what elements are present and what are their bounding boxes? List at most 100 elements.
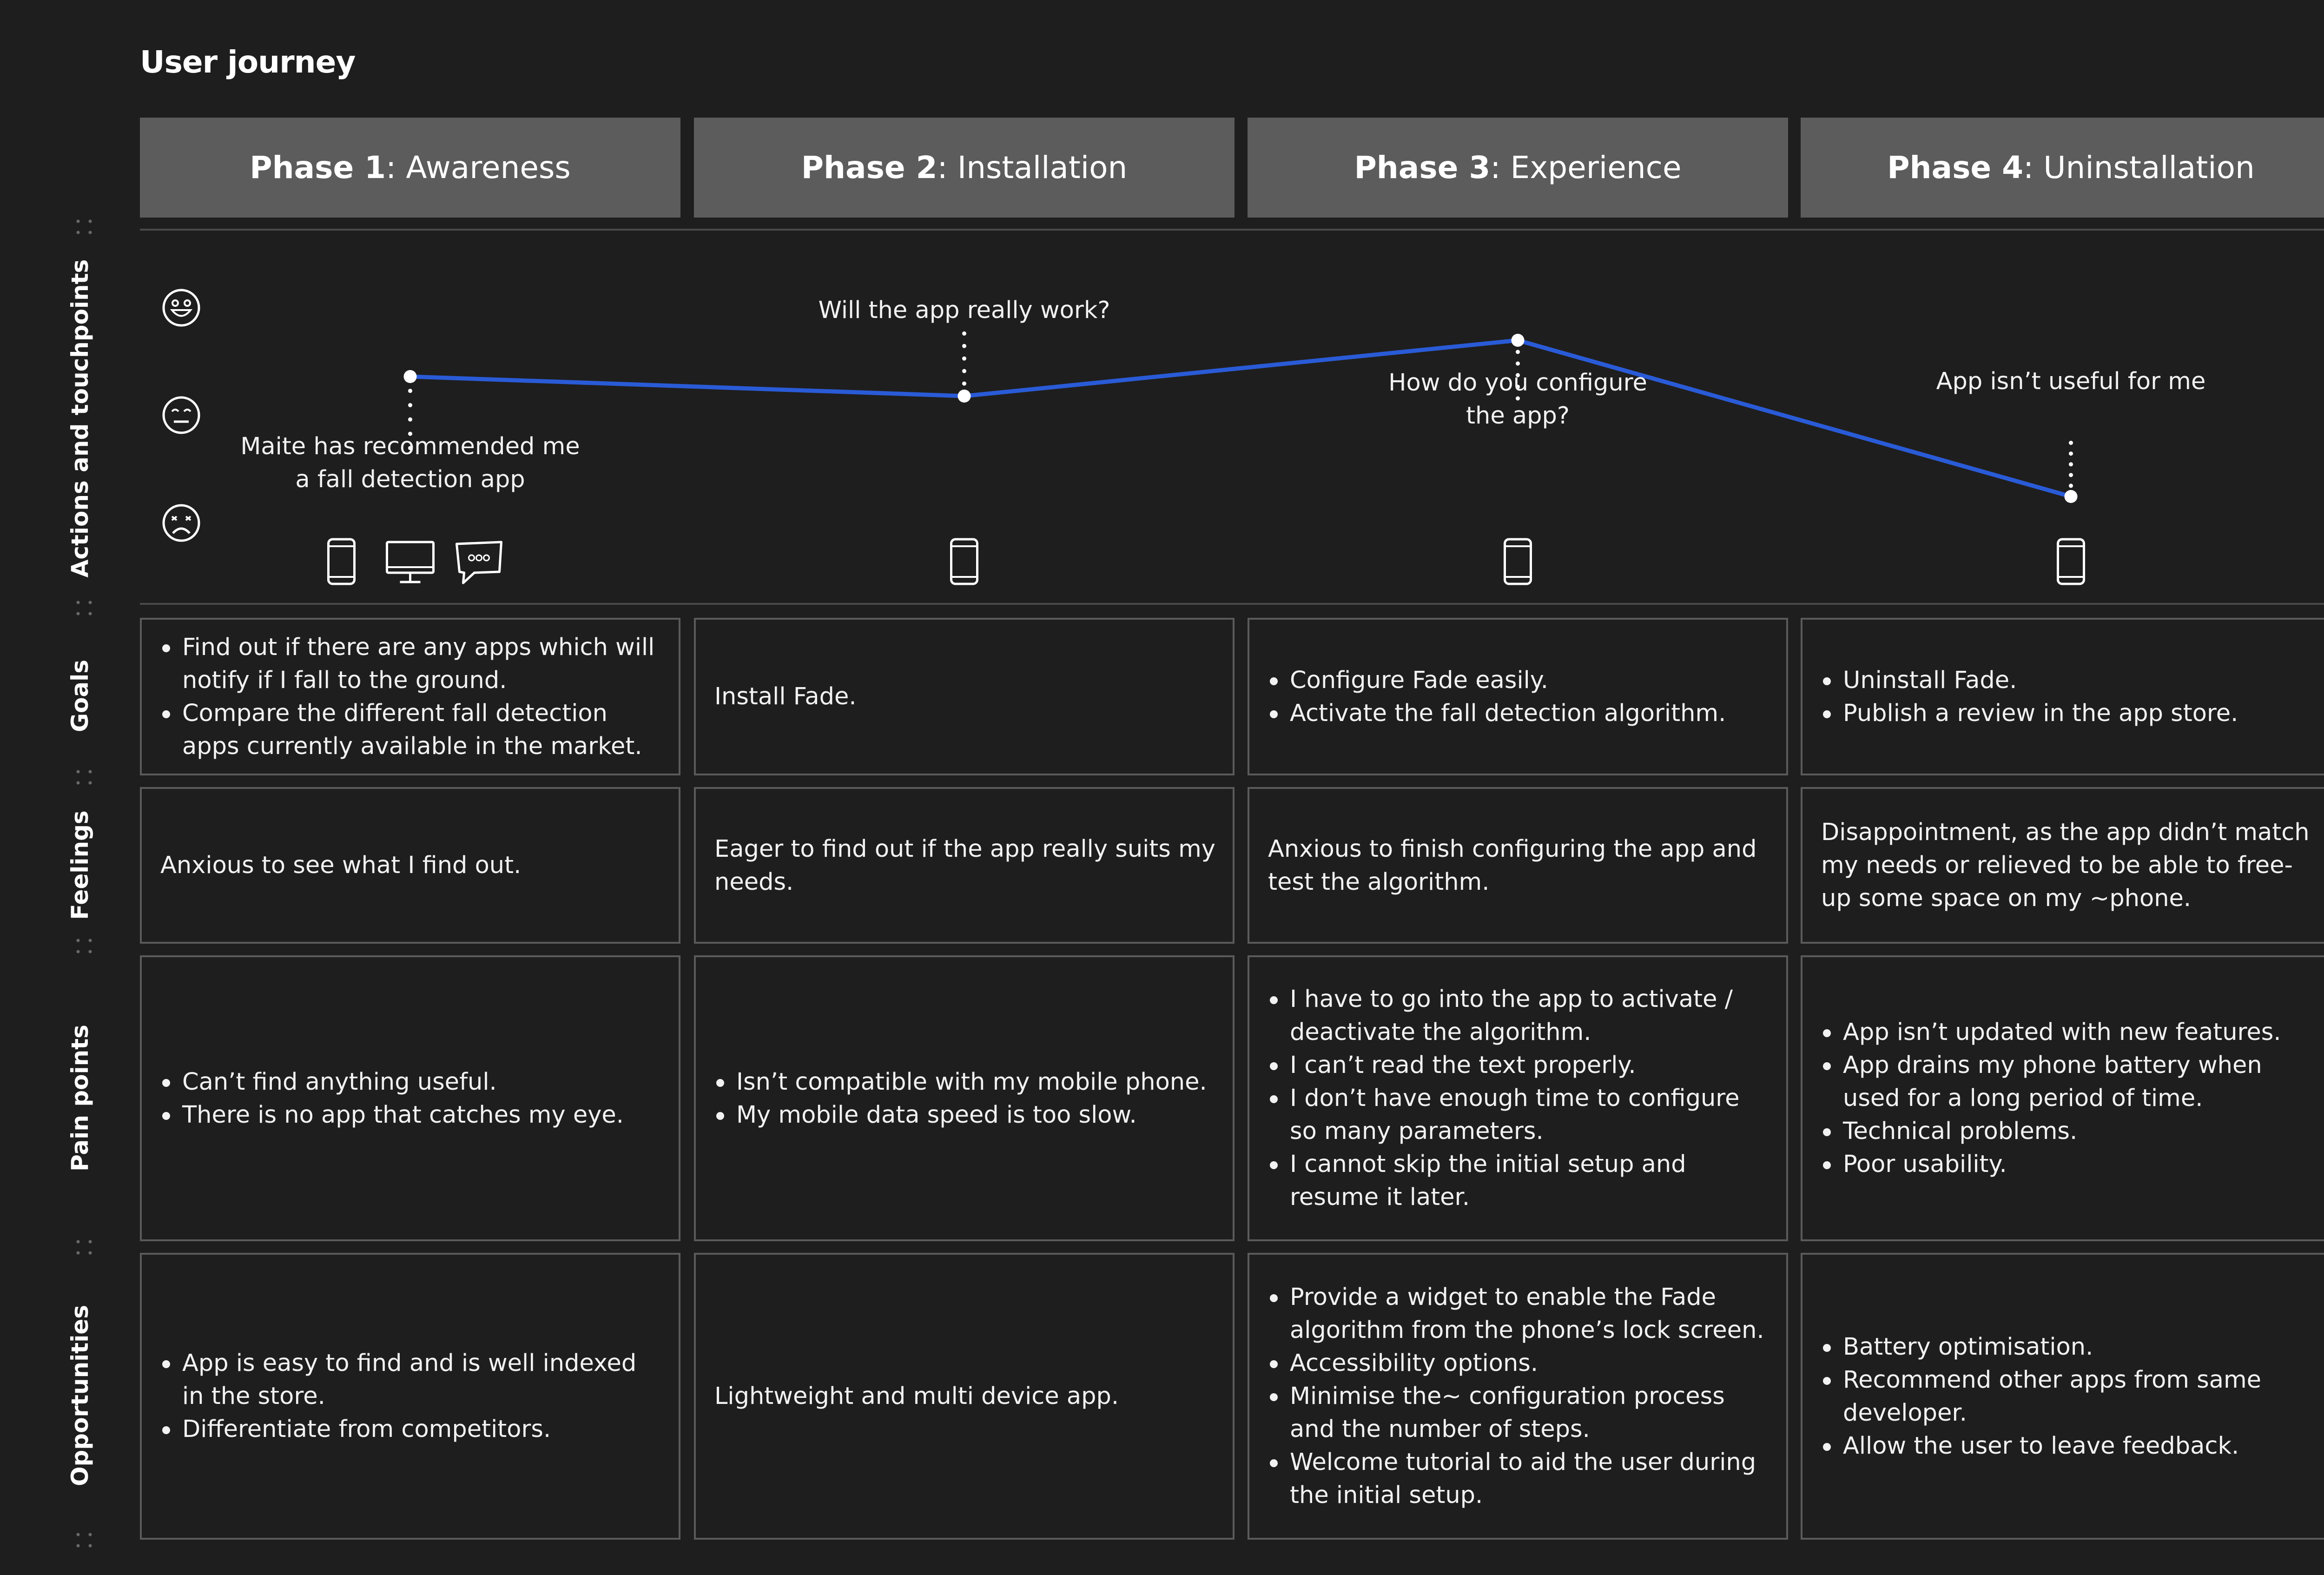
journey-stem-dot [962, 369, 966, 373]
pain-points-cell-phase-1: Can’t find anything useful. There is no a… [140, 955, 680, 1241]
bullet-list: Isn’t compatible with my mobile phone. My… [714, 1065, 1216, 1132]
list-item: Technical problems. [1821, 1115, 2323, 1148]
list-item: Publish a review in the app store. [1821, 697, 2323, 730]
bullet-list: Configure Fade easily. Activate the fall … [1268, 664, 1769, 730]
goals-cell-phase-4: Uninstall Fade. Publish a review in the a… [1801, 618, 2324, 775]
bullet-list: Uninstall Fade. Publish a review in the a… [1821, 664, 2323, 730]
journey-stem-dot [1516, 361, 1520, 366]
pain-points-cell-phase-2: Isn’t compatible with my mobile phone. My… [694, 955, 1235, 1241]
journey-point [2064, 490, 2078, 503]
cell-text: Anxious to finish configuring the app an… [1268, 835, 1757, 896]
goals-cell-phase-2: Install Fade. [694, 618, 1235, 775]
journey-stem-dot [2069, 441, 2073, 445]
journey-point-label: How do you configure the app? [1388, 366, 1647, 432]
mobile-phone-icon [327, 538, 356, 585]
list-item: Find out if there are any apps which wil… [160, 631, 662, 697]
pain-points-cell-phase-4: App isn’t updated with new features. App … [1801, 955, 2324, 1241]
row-dot-separator [76, 1533, 92, 1548]
list-item: Accessibility options. [1268, 1347, 1769, 1380]
opportunities-cell-phase-2: Lightweight and multi device app. [694, 1253, 1235, 1540]
list-item: Can’t find anything useful. [160, 1065, 662, 1099]
journey-label-line: App isn’t useful for me [1936, 368, 2206, 395]
row-dot-separator [76, 939, 92, 953]
journey-stem-dot [2069, 451, 2073, 456]
journey-stem-dot [962, 344, 966, 348]
opportunities-cell-phase-3: Provide a widget to enable the Fade algo… [1248, 1253, 1788, 1540]
feelings-cell-phase-3: Anxious to finish configuring the app an… [1248, 787, 1788, 944]
desktop-monitor-icon [386, 541, 435, 583]
journey-stem-dot [962, 356, 966, 361]
journey-point-label: Maite has recommended me a fall detection… [240, 430, 580, 496]
journey-stem-dot [2069, 483, 2073, 488]
opportunities-cell-phase-4: Battery optimisation. Recommend other app… [1801, 1253, 2324, 1540]
bullet-list: App is easy to find and is well indexed … [160, 1347, 662, 1446]
list-item: I have to go into the app to activate / … [1268, 983, 1769, 1049]
bullet-list: Battery optimisation. Recommend other app… [1821, 1330, 2323, 1462]
list-item: App isn’t updated with new features. [1821, 1016, 2323, 1049]
journey-stem-dot [408, 389, 412, 393]
happy-face-icon [162, 289, 200, 327]
journey-stem-dot [962, 331, 966, 336]
goals-cell-phase-1: Find out if there are any apps which wil… [140, 618, 680, 775]
row-dot-separator [76, 1240, 92, 1255]
journey-point [957, 390, 971, 403]
cell-text: Install Fade. [714, 683, 857, 710]
cell-text: Disappointment, as the app didn’t match … [1821, 819, 2310, 912]
journey-map [162, 289, 2085, 585]
list-item: Activate the fall detection algorithm. [1268, 697, 1769, 730]
journey-emotion-line [410, 338, 2072, 499]
list-item: Isn’t compatible with my mobile phone. [714, 1065, 1216, 1099]
list-item: I don’t have enough time to configure so… [1268, 1082, 1769, 1148]
bullet-list: App isn’t updated with new features. App … [1821, 1016, 2323, 1181]
list-item: Poor usability. [1821, 1148, 2323, 1181]
list-item: App drains my phone battery when used fo… [1821, 1049, 2323, 1115]
list-item: Minimise the~ configuration process and … [1268, 1380, 1769, 1446]
list-item: My mobile data speed is too slow. [714, 1099, 1216, 1132]
journey-label-line: a fall detection app [295, 466, 525, 493]
list-item: Welcome tutorial to aid the user during … [1268, 1446, 1769, 1512]
journey-stem-dot [2069, 473, 2073, 477]
journey-stem-dot [408, 417, 412, 422]
journey-point [1511, 334, 1525, 347]
journey-label-line: the app? [1466, 402, 1570, 430]
mobile-phone-icon [2057, 538, 2085, 585]
list-item: Provide a widget to enable the Fade algo… [1268, 1281, 1769, 1347]
journey-label-line: Maite has recommended me [240, 433, 580, 460]
bullet-list: I have to go into the app to activate / … [1268, 983, 1769, 1214]
journey-stem-dot [962, 381, 966, 386]
list-item: Battery optimisation. [1821, 1330, 2323, 1363]
list-item: I can’t read the text properly. [1268, 1049, 1769, 1082]
list-item: Allow the user to leave feedback. [1821, 1429, 2323, 1462]
list-item: Differentiate from competitors. [160, 1413, 662, 1446]
list-item: Configure Fade easily. [1268, 664, 1769, 697]
journey-label-line: How do you configure [1388, 369, 1647, 397]
bullet-list: Can’t find anything useful. There is no a… [160, 1065, 662, 1132]
feelings-cell-phase-4: Disappointment, as the app didn’t match … [1801, 787, 2324, 944]
mobile-phone-icon [950, 538, 978, 585]
cell-text: Eager to find out if the app really suit… [714, 835, 1215, 896]
bullet-list: Find out if there are any apps which wil… [160, 631, 662, 763]
opportunities-cell-phase-1: App is easy to find and is well indexed … [140, 1253, 680, 1540]
bullet-list: Provide a widget to enable the Fade algo… [1268, 1281, 1769, 1512]
sad-face-icon [162, 504, 200, 542]
journey-point-label: App isn’t useful for me [1936, 365, 2206, 398]
list-item: I cannot skip the initial setup and resu… [1268, 1148, 1769, 1214]
journey-point [403, 370, 417, 383]
journey-stem-dot [1516, 350, 1520, 354]
journey-stem-dot [2069, 462, 2073, 467]
feelings-cell-phase-2: Eager to find out if the app really suit… [694, 787, 1235, 944]
neutral-face-icon [162, 396, 200, 434]
journey-label-line: Will the app really work? [818, 297, 1110, 324]
list-item: Recommend other apps from same developer… [1821, 1363, 2323, 1429]
mobile-phone-icon [1504, 538, 1532, 585]
list-item: There is no app that catches my eye. [160, 1099, 662, 1132]
list-item: App is easy to find and is well indexed … [160, 1347, 662, 1413]
journey-point-label: Will the app really work? [819, 294, 1110, 327]
journey-stem-dot [408, 403, 412, 408]
chat-bubble-icon [456, 541, 502, 584]
list-item: Compare the different fall detection app… [160, 697, 662, 763]
feelings-cell-phase-1: Anxious to see what I find out. [140, 787, 680, 944]
list-item: Uninstall Fade. [1821, 664, 2323, 697]
cell-text: Lightweight and multi device app. [714, 1383, 1119, 1410]
cell-text: Anxious to see what I find out. [160, 852, 522, 879]
